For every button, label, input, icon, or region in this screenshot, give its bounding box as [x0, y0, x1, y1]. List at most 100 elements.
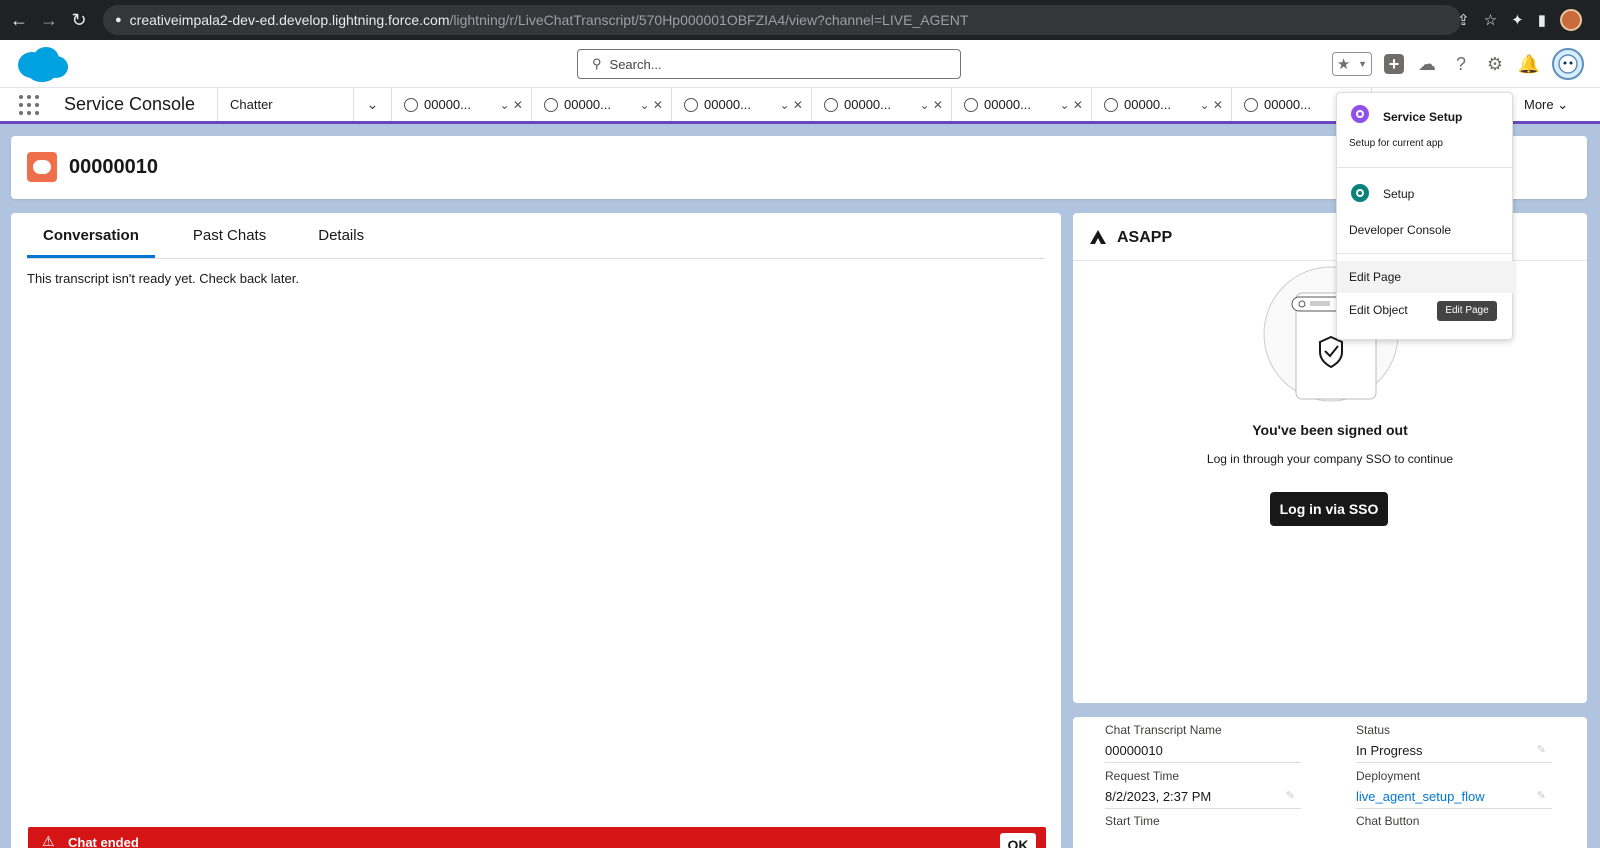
field-chat-transcript-name: Chat Transcript Name 00000010	[1105, 723, 1301, 763]
tab-actions-icon[interactable]: ⌄ ✕	[640, 98, 671, 112]
service-setup-item[interactable]: Service Setup	[1383, 110, 1462, 124]
user-avatar[interactable]	[1552, 48, 1584, 80]
setup-menu-item[interactable]: Setup	[1337, 187, 1514, 201]
field-request-time: Request Time 8/2/2023, 2:37 PM ✎	[1105, 769, 1301, 809]
back-icon[interactable]: ←	[4, 5, 34, 35]
favorites-button[interactable]: ★ ▼	[1332, 52, 1372, 76]
address-bar[interactable]: ● creativeimpala2-dev-ed.develop.lightni…	[103, 5, 1461, 35]
field-deployment: Deployment live_agent_setup_flow ✎	[1356, 769, 1552, 809]
record-title: 00000010	[69, 156, 158, 178]
chat-ended-label: Chat ended	[68, 835, 139, 848]
edit-pencil-icon[interactable]: ✎	[1286, 789, 1295, 802]
asapp-title: ASAPP	[1117, 229, 1173, 246]
field-label: Status	[1356, 723, 1391, 737]
menu-divider	[1337, 253, 1514, 254]
workspace-tab-label: 00000...	[1124, 97, 1171, 112]
signed-out-text: Log in through your company SSO to conti…	[1206, 452, 1454, 466]
record-tabs: Conversation Past Chats Details	[27, 213, 1045, 259]
workspace-tab[interactable]: 00000... ⌄ ✕	[952, 88, 1092, 121]
url-host: creativeimpala2-dev-ed.develop.lightning…	[129, 12, 450, 28]
workspace-tab-label: 00000...	[564, 97, 611, 112]
tab-actions-icon[interactable]: ⌄ ✕	[500, 98, 531, 112]
app-name: Service Console	[44, 88, 218, 121]
workspace-tab[interactable]: 00000... ⌄ ✕	[532, 88, 672, 121]
sidepanel-icon[interactable]: ▮	[1538, 11, 1546, 29]
search-placeholder: Search...	[609, 56, 662, 72]
asapp-logo-icon	[1090, 230, 1106, 244]
extensions-icon[interactable]: ✦	[1511, 11, 1524, 29]
service-setup-subtitle: Setup for current app	[1349, 138, 1443, 149]
chat-icon	[684, 97, 698, 112]
ok-button[interactable]: OK	[1000, 833, 1036, 848]
log-in-via-sso-button[interactable]: Log in via SSO	[1270, 492, 1388, 526]
field-label: Deployment	[1356, 769, 1421, 783]
tab-actions-icon[interactable]: ⌄ ✕	[920, 98, 951, 112]
chat-icon	[824, 97, 838, 112]
global-search-input[interactable]: ⚲ Search...	[577, 49, 961, 79]
workspace-tab-label: 00000...	[984, 97, 1031, 112]
trailhead-icon[interactable]: ☁	[1416, 53, 1438, 75]
url-path: /lightning/r/LiveChatTranscript/570Hp000…	[449, 12, 969, 28]
browser-toolbar: ← → ↻ ● creativeimpala2-dev-ed.develop.l…	[0, 0, 1600, 40]
notifications-bell-icon[interactable]: 🔔	[1518, 53, 1540, 75]
chevron-down-icon: ▼	[1358, 59, 1368, 69]
nav-menu-chevron-icon[interactable]: ⌄	[354, 88, 392, 121]
field-label: Start Time	[1105, 814, 1160, 828]
reload-icon[interactable]: ↻	[64, 5, 94, 35]
share-icon[interactable]: ⇪	[1457, 11, 1470, 29]
service-setup-gear-icon	[1351, 105, 1369, 123]
salesforce-logo-icon[interactable]	[14, 45, 70, 83]
chat-ended-banner: ⚠ Chat ended OK	[28, 827, 1046, 848]
workspace-tab[interactable]: 00000... ⌄ ✕	[1092, 88, 1232, 121]
tab-actions-icon[interactable]: ⌄ ✕	[780, 98, 811, 112]
browser-profile-avatar[interactable]	[1560, 9, 1582, 31]
developer-console-menu-item[interactable]: Developer Console	[1337, 223, 1514, 237]
workspace-tab-label: 00000...	[844, 97, 891, 112]
tab-details[interactable]: Details	[292, 213, 390, 258]
help-icon[interactable]: ?	[1450, 53, 1472, 75]
chat-icon	[1104, 97, 1118, 112]
field-status: Status In Progress ✎	[1356, 723, 1552, 763]
edit-pencil-icon[interactable]: ✎	[1537, 789, 1546, 802]
chat-icon	[544, 97, 558, 112]
field-chat-button: Chat Button	[1356, 814, 1552, 828]
field-value: In Progress ✎	[1356, 743, 1552, 763]
chat-icon	[1244, 97, 1258, 112]
more-label: More	[1524, 97, 1554, 112]
signed-out-heading: You've been signed out	[1252, 422, 1408, 438]
workspace-tab-label: 00000...	[704, 97, 751, 112]
tab-actions-icon[interactable]: ⌄ ✕	[1060, 98, 1091, 112]
chat-icon	[964, 97, 978, 112]
edit-pencil-icon[interactable]: ✎	[1537, 743, 1546, 756]
workspace-tab[interactable]: 00000... ⌄ ✕	[392, 88, 532, 121]
gear-icon[interactable]: ⚙	[1484, 53, 1506, 75]
record-details-card: Chat Transcript Name 00000010 Status In …	[1073, 717, 1587, 848]
workspace-tab[interactable]: 00000... ⌄ ✕	[672, 88, 812, 121]
field-label: Chat Transcript Name	[1105, 723, 1222, 737]
more-tabs-button[interactable]: More ⌄	[1510, 88, 1600, 121]
chat-icon	[404, 97, 418, 112]
edit-page-menu-item[interactable]: Edit Page	[1337, 261, 1514, 293]
field-label: Request Time	[1105, 769, 1180, 783]
deployment-link[interactable]: live_agent_setup_flow ✎	[1356, 789, 1552, 809]
conversation-card: Conversation Past Chats Details This tra…	[11, 213, 1061, 848]
workspace-tab[interactable]: 00000... ⌄ ✕	[812, 88, 952, 121]
field-label: Chat Button	[1356, 814, 1420, 828]
tab-conversation[interactable]: Conversation	[27, 213, 155, 258]
search-icon: ⚲	[592, 56, 602, 71]
edit-page-tooltip: Edit Page	[1437, 301, 1497, 321]
global-actions-button[interactable]: +	[1384, 54, 1404, 74]
transcript-message: This transcript isn't ready yet. Check b…	[27, 271, 299, 286]
bookmark-star-icon[interactable]: ☆	[1484, 11, 1497, 29]
star-icon: ★	[1336, 56, 1351, 73]
chevron-down-icon: ⌄	[1557, 97, 1569, 112]
forward-icon[interactable]: →	[34, 5, 64, 35]
app-launcher-icon[interactable]	[0, 88, 44, 121]
astro-avatar-icon	[1558, 54, 1578, 74]
field-start-time: Start Time	[1105, 814, 1301, 828]
tab-past-chats[interactable]: Past Chats	[155, 213, 292, 258]
warning-icon: ⚠	[42, 833, 55, 848]
global-header: ⚲ Search... ★ ▼ + ☁ ? ⚙ 🔔	[0, 40, 1600, 88]
nav-menu-selected[interactable]: Chatter	[218, 88, 354, 121]
tab-actions-icon[interactable]: ⌄ ✕	[1200, 98, 1231, 112]
